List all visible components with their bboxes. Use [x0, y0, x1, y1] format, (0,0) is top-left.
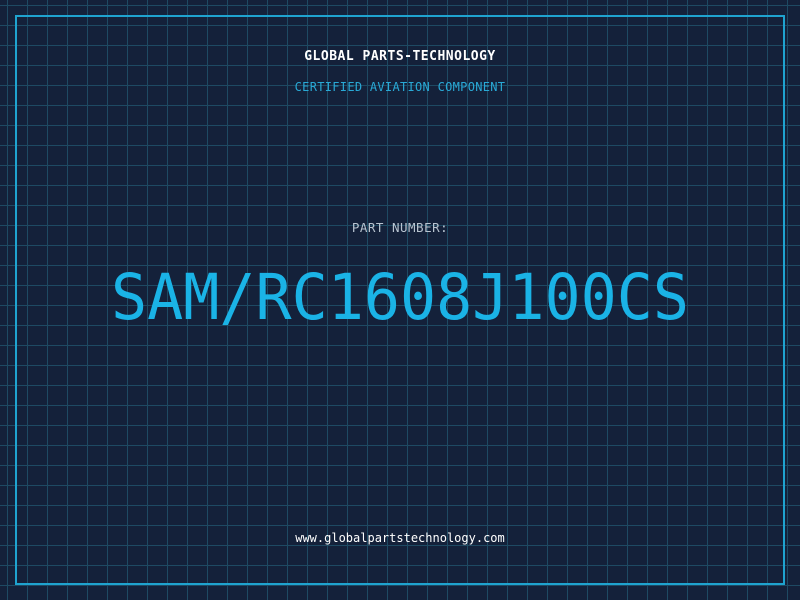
part-number-value: SAM/RC1608J100CS [111, 261, 689, 335]
brand-title: GLOBAL PARTS-TECHNOLOGY [304, 49, 496, 64]
website-url: www.globalpartstechnology.com [295, 531, 505, 545]
tagline: CERTIFIED AVIATION COMPONENT [294, 80, 506, 94]
part-number-label: PART NUMBER: [351, 220, 449, 235]
